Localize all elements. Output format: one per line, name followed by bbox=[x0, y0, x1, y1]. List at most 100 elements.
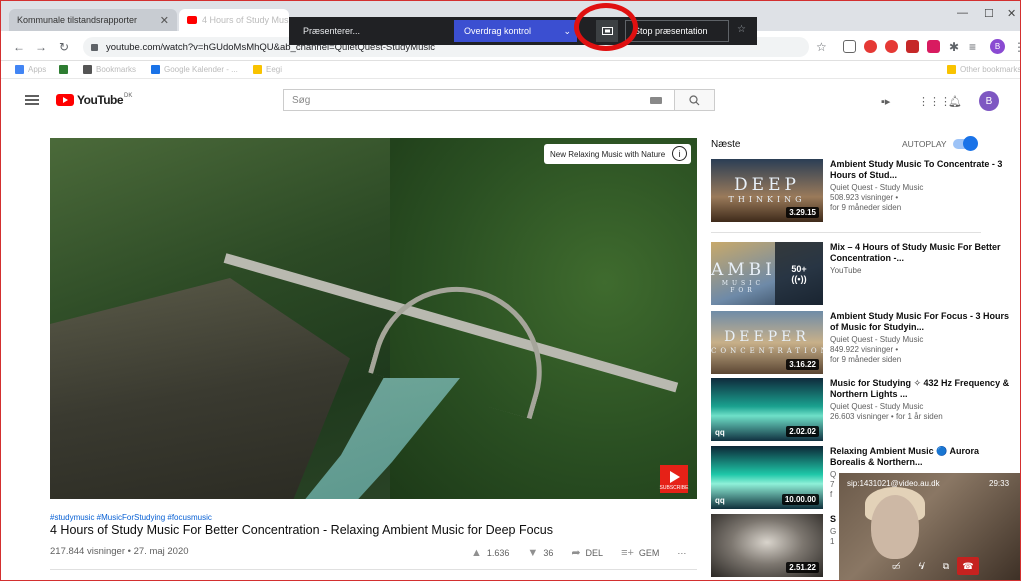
bookmark-label: Apps bbox=[28, 65, 47, 74]
browser-menu-icon[interactable]: ⋮ bbox=[1013, 40, 1020, 54]
bookmarks-bar: Apps Bookmarks Google Kalender - ... Eeg… bbox=[1, 61, 1020, 79]
recommendation-title[interactable]: Ambient Study Music To Concentrate - 3 H… bbox=[830, 159, 1015, 181]
bookmark-star-icon[interactable]: ☆ bbox=[816, 40, 827, 54]
recommendation-info: Ambient Study Music For Focus - 3 Hours … bbox=[830, 311, 1015, 365]
lock-icon bbox=[91, 43, 98, 51]
mix-radio-icon: ((•)) bbox=[791, 273, 807, 284]
bookmark-bookmarks[interactable]: Bookmarks bbox=[83, 65, 136, 74]
recommendation-info: Music for Studying ✧ 432 Hz Frequency & … bbox=[830, 378, 1015, 422]
star-bookmark-icon bbox=[83, 65, 92, 74]
country-code: DK bbox=[124, 93, 133, 99]
browser-profile-avatar[interactable]: B bbox=[990, 39, 1005, 54]
video-hashtags[interactable]: #studymusic #MusicForStudying #focusmusi… bbox=[50, 513, 212, 522]
search-button[interactable] bbox=[675, 89, 715, 111]
recommendation-channel[interactable]: Quiet Quest - Study Music bbox=[830, 183, 1015, 193]
search-input[interactable]: Søg bbox=[283, 89, 675, 111]
forward-icon[interactable]: → bbox=[35, 40, 47, 54]
microphone-off-icon[interactable]: ϟ̸ bbox=[910, 557, 932, 575]
youtube-logo[interactable]: YouTube DK bbox=[56, 93, 132, 107]
recommendation-title[interactable]: Relaxing Ambient Music 🔵 Aurora Borealis… bbox=[830, 446, 1015, 468]
back-icon[interactable]: ← bbox=[13, 40, 25, 54]
video-overlay-chip[interactable]: New Relaxing Music with Nature i bbox=[544, 144, 692, 164]
search-icon bbox=[689, 94, 700, 105]
recommendation-views: 508.923 visninger • bbox=[830, 193, 899, 202]
menu-icon[interactable] bbox=[25, 95, 39, 105]
bookmark-label: Bookmarks bbox=[96, 65, 137, 74]
presenting-status: Præsenterer... bbox=[303, 26, 361, 36]
reading-list-icon[interactable]: ≡ bbox=[969, 40, 976, 54]
thumbnail-subtext: MUSIC FOR bbox=[721, 280, 765, 294]
keyboard-icon[interactable] bbox=[650, 97, 662, 104]
pocket-extension-icon[interactable] bbox=[843, 40, 856, 53]
apps-grid-icon[interactable]: ⋮⋮⋮ bbox=[918, 95, 951, 108]
recommendation-title[interactable]: Ambient Study Music For Focus - 3 Hours … bbox=[830, 311, 1015, 333]
extensions-puzzle-icon[interactable]: ✱ bbox=[949, 40, 959, 54]
video-actions: ▲ 1.636 ▼ 36 ➦ DEL ≡+ GEM ··· bbox=[471, 546, 686, 560]
presenting-bar: Præsenterer... Overdrag kontrol ⌄ Stop p… bbox=[289, 17, 757, 45]
hang-up-button[interactable]: ☎︎ bbox=[957, 557, 979, 575]
recommendation-thumbnail[interactable]: DEEP THINKING 3.29.15 bbox=[711, 159, 823, 222]
save-button[interactable]: ≡+ GEM bbox=[621, 547, 659, 559]
thumbnail-text: DEEP bbox=[734, 175, 800, 195]
call-timer: 29:33 bbox=[989, 479, 1010, 488]
like-count: 1.636 bbox=[486, 547, 510, 558]
recommendation-title[interactable]: Music for Studying ✧ 432 Hz Frequency & … bbox=[830, 378, 1015, 400]
recommendation-item[interactable]: qq 2.02.02 Music for Studying ✧ 432 Hz F… bbox=[711, 378, 1020, 441]
maximize-icon[interactable]: ☐ bbox=[984, 7, 994, 20]
subscribe-watermark-button[interactable]: SUBSCRIBE bbox=[660, 465, 688, 493]
youtube-favicon-icon bbox=[187, 16, 197, 24]
close-tab-icon[interactable]: ✕ bbox=[160, 14, 169, 27]
recommendation-thumbnail[interactable]: qq 2.02.02 bbox=[711, 378, 823, 441]
duration-badge: 10.00.00 bbox=[781, 494, 819, 505]
bookmark-google-kalender[interactable]: Google Kalender - ... bbox=[151, 65, 238, 74]
stop-presentation-button[interactable]: Stop præsentation bbox=[625, 20, 729, 42]
notifications-bell-icon[interactable]: 🔔︎ bbox=[948, 95, 962, 108]
tab-youtube-video[interactable]: 4 Hours of Study Music F bbox=[179, 9, 289, 31]
bookmark-eegi[interactable]: Eegi bbox=[253, 65, 282, 74]
bookmark-apps[interactable]: Apps bbox=[15, 65, 46, 74]
handover-label: Overdrag kontrol bbox=[464, 26, 532, 36]
recommendation-mix[interactable]: AMBI MUSIC FOR 50+ ((•)) Mix – 4 Hours o… bbox=[711, 242, 1020, 305]
reload-icon[interactable]: ↻ bbox=[59, 40, 69, 54]
save-label: GEM bbox=[638, 547, 660, 558]
close-window-icon[interactable]: ✕ bbox=[1007, 7, 1016, 20]
recommendation-channel[interactable]: Quiet Quest - Study Music bbox=[830, 402, 1015, 412]
dislike-button[interactable]: ▼ 36 bbox=[527, 547, 553, 559]
tab-kommunale[interactable]: Kommunale tilstandsrapporter ✕ bbox=[9, 9, 177, 31]
handover-control-button[interactable]: Overdrag kontrol ⌄ bbox=[454, 20, 577, 42]
pink-extension-icon[interactable] bbox=[927, 40, 940, 53]
red-square-extension-icon[interactable] bbox=[906, 40, 919, 53]
channel-watermark-icon: qq bbox=[715, 428, 725, 437]
opera-extension-icon[interactable] bbox=[864, 40, 877, 53]
autoplay-toggle[interactable] bbox=[953, 136, 978, 151]
more-actions-button[interactable]: ··· bbox=[677, 548, 686, 558]
recommendation-thumbnail[interactable]: 2.51.22 bbox=[711, 514, 823, 577]
apps-grid-icon bbox=[15, 65, 24, 74]
pin-icon[interactable]: ☆ bbox=[737, 24, 746, 35]
search-placeholder: Søg bbox=[292, 94, 311, 106]
minimize-icon[interactable]: — bbox=[957, 7, 968, 19]
recommendation-channel[interactable]: Quiet Quest - Study Music bbox=[830, 335, 1015, 345]
recommendation-item[interactable]: DEEPER CONCENTRATION 3.16.22 Ambient Stu… bbox=[711, 311, 1020, 374]
info-icon[interactable]: i bbox=[672, 146, 688, 161]
recommendation-thumbnail[interactable]: AMBI MUSIC FOR 50+ ((•)) bbox=[711, 242, 823, 305]
like-button[interactable]: ▲ 1.636 bbox=[471, 547, 509, 559]
bookmark-other[interactable]: Other bookmarks bbox=[947, 65, 1020, 74]
create-video-icon[interactable]: ▪▸ bbox=[881, 95, 890, 108]
account-avatar[interactable]: B bbox=[979, 91, 999, 111]
screen: Kommunale tilstandsrapporter ✕ 4 Hours o… bbox=[0, 0, 1021, 581]
camera-off-icon[interactable]: ▭̸ bbox=[885, 557, 907, 575]
minimize-view-icon[interactable]: ⧉ bbox=[935, 557, 957, 575]
video-player[interactable]: New Relaxing Music with Nature i SUBSCRI… bbox=[50, 138, 697, 499]
bookmark-label: Eegi bbox=[266, 65, 283, 74]
recommendation-thumbnail[interactable]: DEEPER CONCENTRATION 3.16.22 bbox=[711, 311, 823, 374]
meet-self-view[interactable]: sip:1431021@video.au.dk 29:33 ▭̸ ϟ̸ ⧉ ☎︎ bbox=[839, 473, 1020, 580]
thumbs-up-icon: ▲ bbox=[471, 546, 482, 559]
red-extension-icon[interactable] bbox=[885, 40, 898, 53]
recommendation-item[interactable]: DEEP THINKING 3.29.15 Ambient Study Musi… bbox=[711, 159, 1020, 222]
share-button[interactable]: ➦ DEL bbox=[571, 546, 603, 559]
recommendation-thumbnail[interactable]: qq 10.00.00 bbox=[711, 446, 823, 509]
recommendation-title[interactable]: Mix – 4 Hours of Study Music For Better … bbox=[830, 242, 1015, 264]
bookmark-6[interactable] bbox=[59, 65, 72, 74]
recommendation-channel[interactable]: YouTube bbox=[830, 266, 1015, 276]
